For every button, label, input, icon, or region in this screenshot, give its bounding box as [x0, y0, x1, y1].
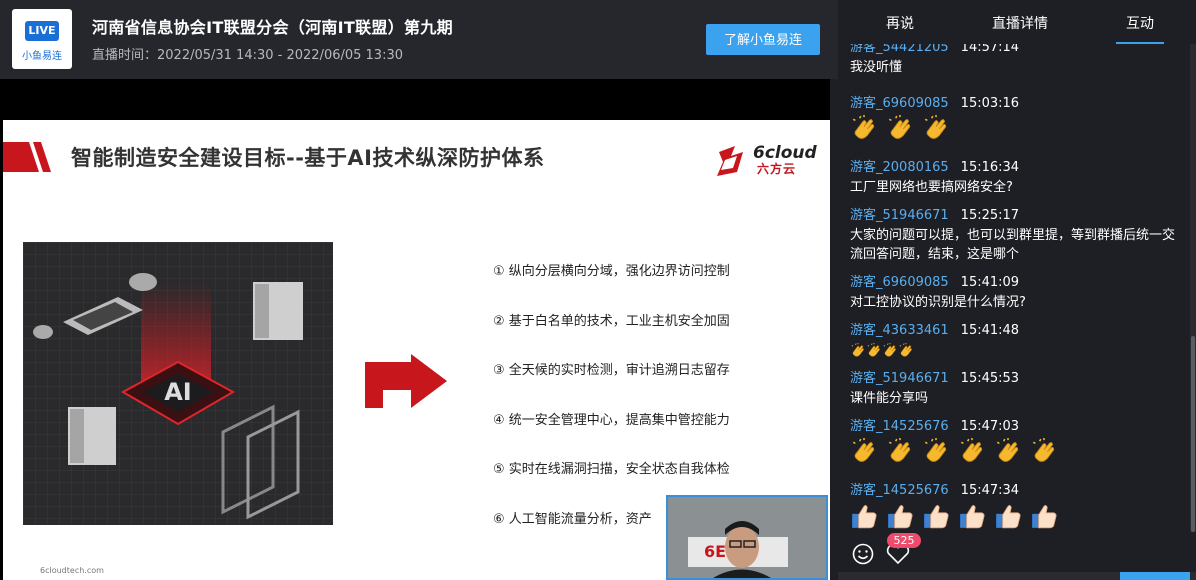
chat-username[interactable]: 游客_51946671: [850, 208, 949, 223]
learn-more-button[interactable]: 了解小鱼易连: [706, 24, 820, 55]
chat-timestamp: 15:41:48: [960, 323, 1020, 338]
sidebar-tabs: 再说 直播详情 互动: [838, 0, 1196, 44]
slide-point: ④ 统一安全管理中心，提高集中管控能力: [493, 412, 730, 428]
chat-username[interactable]: 游客_43633461: [850, 323, 949, 338]
video-player[interactable]: 智能制造安全建设目标--基于AI技术纵深防护体系 6cloud 六方云 AI ①…: [0, 79, 830, 580]
chat-message: 游客_14525676 15:47:34: [850, 479, 1180, 532]
thumbs-up-icon: [850, 502, 878, 532]
chat-toolbar: 525: [838, 532, 1196, 580]
chat-scrollbar-thumb[interactable]: [1191, 336, 1195, 532]
clap-icon: [886, 115, 914, 147]
emoji-row: [850, 115, 1180, 147]
slide-accent-bar: [3, 142, 51, 172]
send-button[interactable]: [1120, 572, 1190, 580]
broadcast-title: 河南省信息协会IT联盟分会（河南IT联盟）第九期: [92, 18, 453, 37]
like-count-badge: 525: [887, 533, 921, 548]
slide-point: ① 纵向分层横向分域，强化边界访问控制: [493, 264, 730, 279]
clap-icon: [882, 342, 898, 363]
arrow-right-icon: [365, 354, 447, 408]
chat-timestamp: 15:45:53: [960, 371, 1020, 386]
ai-chip-label: AI: [164, 378, 192, 406]
chat-username[interactable]: 游客_54421205: [850, 44, 949, 55]
emoji-row: [850, 342, 1180, 363]
clap-icon: [886, 438, 914, 470]
clap-icon: [850, 115, 878, 147]
chat-timestamp: 15:47:34: [960, 483, 1020, 498]
tab-interaction[interactable]: 互动: [1126, 13, 1154, 33]
chat-text: 对工控协议的识别是什么情况?: [850, 295, 1026, 310]
broadcast-time: 直播时间：2022/05/31 14:30 - 2022/06/05 13:30: [92, 48, 404, 63]
clap-icon: [1030, 438, 1058, 470]
chat-text: 课件能分享吗: [850, 391, 929, 406]
chat-message: 游客_51946671 15:45:53 课件能分享吗: [850, 367, 1180, 408]
logo-brand: 小鱼易连: [22, 51, 62, 62]
thumbs-up-icon: [922, 502, 950, 532]
chat-message: 游客_51946671 15:25:17 大家的问题可以提，也可以到群里提，等到群…: [850, 204, 1180, 264]
tab-replay[interactable]: 再说: [886, 13, 914, 33]
emoji-row: [850, 502, 1180, 532]
clap-icon: [994, 438, 1022, 470]
logo-text-cn: 六方云: [757, 162, 797, 176]
chat-timestamp: 15:16:34: [960, 160, 1020, 175]
slide-point: ③ 全天候的实时检测，审计追溯日志留存: [493, 363, 730, 379]
svg-text:6E: 6E: [704, 542, 726, 561]
thumbs-up-icon: [994, 502, 1022, 532]
tab-live-details[interactable]: 直播详情: [992, 13, 1048, 33]
company-logo: 6cloud 六方云: [715, 142, 825, 180]
clap-icon: [958, 438, 986, 470]
chat-username[interactable]: 游客_69609085: [850, 96, 949, 111]
clap-icon: [922, 438, 950, 470]
chat-sidebar: 再说 直播详情 互动 游客_54421205 14:57:14 我没听懂 游客_6…: [838, 0, 1196, 580]
live-badge: LIVE: [25, 21, 59, 41]
clap-icon: [898, 342, 914, 363]
chat-text: 大家的问题可以提，也可以到群里提，等到群播后统一交流回答问题，结束，这是哪个: [850, 228, 1176, 262]
chat-message: 游客_54421205 14:57:14 我没听懂: [850, 44, 1180, 77]
slide-title: 智能制造安全建设目标--基于AI技术纵深防护体系: [71, 146, 545, 170]
chat-message: 游客_20080165 15:16:34 工厂里网络也要搞网络安全?: [850, 156, 1180, 197]
live-header: LIVE 小鱼易连 河南省信息协会IT联盟分会（河南IT联盟）第九期 直播时间：…: [0, 0, 838, 79]
thumbs-up-icon: [886, 502, 914, 532]
chat-list[interactable]: 游客_54421205 14:57:14 我没听懂 游客_69609085 15:0…: [838, 44, 1190, 532]
chat-username[interactable]: 游客_51946671: [850, 371, 949, 386]
chat-timestamp: 15:47:03: [960, 419, 1020, 434]
chat-username[interactable]: 游客_14525676: [850, 419, 949, 434]
chat-message: 游客_14525676 15:47:03: [850, 415, 1180, 470]
clap-icon: [850, 342, 866, 363]
clap-icon: [922, 115, 950, 147]
presenter-camera[interactable]: 6E: [666, 495, 828, 580]
chat-username[interactable]: 游客_20080165: [850, 160, 949, 175]
chat-timestamp: 14:57:14: [960, 44, 1020, 55]
chat-message: 游客_69609085 15:03:16: [850, 92, 1180, 147]
thumbs-up-icon: [958, 502, 986, 532]
emoji-smile-icon[interactable]: [852, 543, 874, 565]
chat-message: 游客_43633461 15:41:48: [850, 319, 1180, 363]
thumbs-up-icon: [1030, 502, 1058, 532]
clap-icon: [850, 438, 878, 470]
ai-illustration: AI: [23, 242, 333, 525]
chat-text: 工厂里网络也要搞网络安全?: [850, 180, 1013, 195]
6cloud-logo-icon: [717, 146, 743, 176]
clap-icon: [866, 342, 882, 363]
chat-timestamp: 15:03:16: [960, 96, 1020, 111]
chat-username[interactable]: 游客_69609085: [850, 275, 949, 290]
app-logo: LIVE 小鱼易连: [12, 9, 72, 69]
chat-message: 游客_69609085 15:41:09 对工控协议的识别是什么情况?: [850, 271, 1180, 312]
chat-timestamp: 15:25:17: [960, 208, 1020, 223]
slide-point: ② 基于白名单的技术，工业主机安全加固: [493, 313, 730, 329]
chat-username[interactable]: 游客_14525676: [850, 483, 949, 498]
emoji-row: [850, 438, 1180, 470]
chat-timestamp: 15:41:09: [960, 275, 1020, 290]
slide-url: 6cloudtech.com: [40, 566, 104, 575]
chat-text: 我没听懂: [850, 60, 903, 75]
